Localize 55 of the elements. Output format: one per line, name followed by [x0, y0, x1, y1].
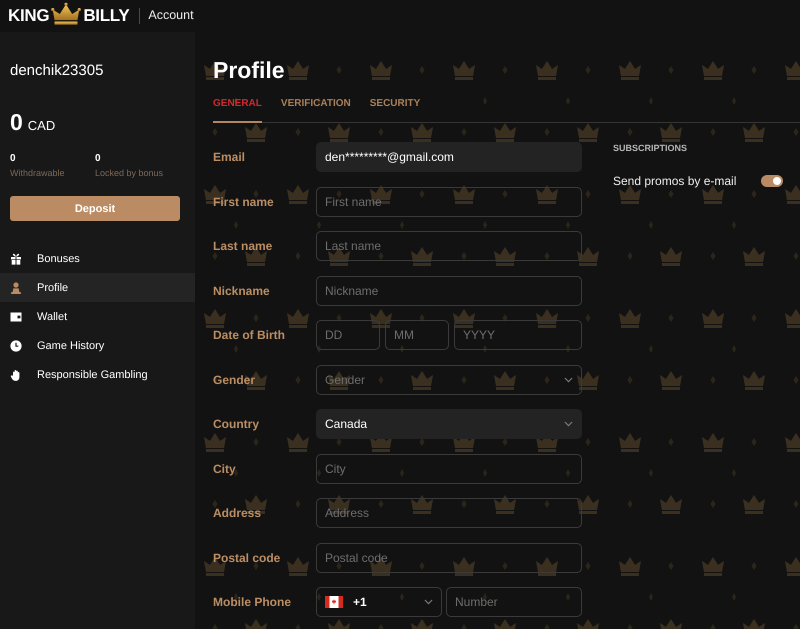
- crown-icon: [51, 2, 82, 26]
- nav-item[interactable]: Bonuses: [0, 244, 195, 273]
- nav-item[interactable]: Wallet: [0, 302, 195, 331]
- input-field[interactable]: First name: [316, 186, 582, 216]
- tab[interactable]: VERIFICATION: [280, 98, 351, 123]
- logo-text: BILLY: [83, 6, 130, 26]
- stat-label: Locked by bonus: [95, 167, 164, 179]
- stat-value: 0: [95, 153, 102, 165]
- field-label: First name: [213, 194, 275, 208]
- hand-icon: [10, 368, 22, 380]
- gift-icon: [10, 252, 22, 264]
- currency-label: CAD: [28, 117, 56, 135]
- field-label: Nickname: [213, 284, 271, 298]
- field-label: Address: [213, 506, 262, 520]
- nav-item[interactable]: Responsible Gambling: [0, 360, 195, 389]
- input-field[interactable]: MM: [385, 320, 449, 350]
- toggle-label: Send promos by e-mail: [613, 174, 736, 188]
- chevron-down-icon: [564, 376, 573, 382]
- input-field[interactable]: Number: [446, 587, 582, 617]
- stat-value: 0: [10, 153, 17, 165]
- input-field[interactable]: Postal code: [316, 542, 582, 572]
- section-heading: SUBSCRIPTIONS: [613, 142, 688, 154]
- tab[interactable]: GENERAL: [213, 98, 262, 123]
- field-label: City: [213, 462, 237, 476]
- stat-label: Withdrawable: [10, 167, 66, 179]
- toggle-switch[interactable]: [761, 175, 783, 187]
- username: denchik23305: [9, 62, 104, 80]
- field-label: Date of Birth: [213, 328, 286, 342]
- wallet-icon: [10, 310, 22, 322]
- field-label: Country: [213, 417, 260, 431]
- phone-code-select[interactable]: +1: [316, 587, 442, 617]
- input-field[interactable]: City: [316, 454, 582, 484]
- chevron-down-icon: [424, 599, 433, 605]
- chevron-down-icon: [564, 421, 573, 427]
- person-icon: [10, 282, 22, 294]
- field-label: Postal code: [213, 550, 282, 564]
- nav-item[interactable]: Game History: [0, 331, 195, 360]
- field-label: Gender: [213, 372, 256, 386]
- input-field[interactable]: DD: [316, 320, 380, 350]
- section-title: Account: [148, 7, 194, 23]
- clock-icon: [10, 340, 22, 352]
- input-field[interactable]: YYYY: [454, 320, 582, 350]
- input-field[interactable]: Nickname: [316, 276, 582, 306]
- select-field[interactable]: Gender: [316, 364, 582, 394]
- field-label: Last name: [213, 239, 274, 253]
- logo-text: KING: [8, 6, 50, 26]
- tab[interactable]: SECURITY: [370, 98, 420, 123]
- field-label: Mobile Phone: [213, 595, 292, 609]
- balance-amount: 0: [10, 109, 23, 135]
- field-label: Email: [213, 150, 246, 164]
- page-title: Profile: [213, 56, 286, 84]
- nav-item[interactable]: Profile: [0, 273, 195, 302]
- flag-icon: [325, 596, 343, 608]
- input-field[interactable]: Address: [316, 498, 582, 528]
- input-field[interactable]: Last name: [316, 231, 582, 261]
